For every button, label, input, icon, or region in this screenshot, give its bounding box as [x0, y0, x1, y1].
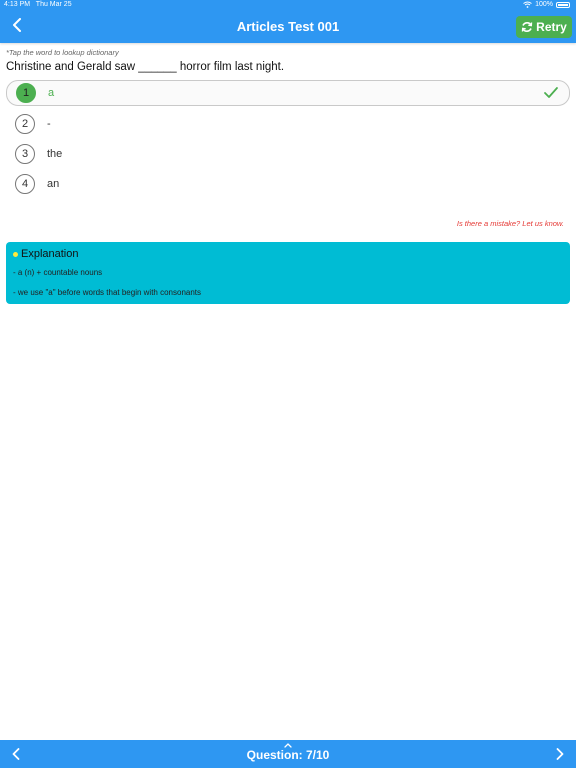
- chevron-right-icon: [556, 748, 564, 760]
- status-indicators: 100%: [523, 1, 570, 8]
- retry-label: Retry: [536, 20, 567, 34]
- option-number: 2: [15, 114, 35, 134]
- option-text: an: [47, 178, 60, 190]
- status-date: Thu Mar 25: [35, 1, 72, 8]
- refresh-icon: [521, 22, 533, 32]
- retry-button[interactable]: Retry: [516, 16, 572, 38]
- checkmark-icon: [544, 87, 558, 98]
- wifi-icon: [523, 1, 532, 8]
- explanation-line: - we use "a" before words that begin wit…: [13, 288, 202, 297]
- status-time: 4:13 PM: [4, 1, 31, 8]
- option-number: 3: [15, 144, 35, 164]
- option-number: 4: [15, 174, 35, 194]
- lightbulb-icon: [13, 251, 18, 257]
- next-question-button[interactable]: [550, 744, 570, 764]
- explanation-header: Explanation: [13, 248, 79, 260]
- question-counter[interactable]: Question: 7/10: [0, 748, 576, 762]
- page-title: Articles Test 001: [236, 19, 340, 34]
- explanation-title: Explanation: [21, 248, 79, 260]
- report-mistake-link[interactable]: Is there a mistake? Let us know.: [457, 219, 564, 228]
- battery-icon: [556, 1, 570, 8]
- option-2[interactable]: 2 -: [6, 111, 570, 137]
- status-time-date: 4:13 PM Thu Mar 25: [4, 1, 72, 8]
- explanation-line: - a (n) + countable nouns: [13, 268, 103, 277]
- option-text: the: [47, 148, 63, 160]
- top-app-bar: 4:13 PM Thu Mar 25 100% Articles Test 00…: [0, 0, 576, 43]
- option-1[interactable]: 1 a: [6, 80, 570, 106]
- dictionary-hint: *Tap the word to lookup dictionary: [6, 48, 119, 57]
- option-3[interactable]: 3 the: [6, 141, 570, 167]
- explanation-panel: Explanation - a (n) + countable nouns - …: [6, 242, 570, 304]
- option-number: 1: [16, 83, 36, 103]
- option-text: a: [48, 87, 55, 99]
- question-text[interactable]: Christine and Gerald saw ______ horror f…: [6, 61, 284, 73]
- bottom-nav-bar: Question: 7/10: [0, 740, 576, 768]
- option-4[interactable]: 4 an: [6, 171, 570, 197]
- battery-percent: 100%: [535, 1, 553, 8]
- option-text: -: [47, 118, 51, 130]
